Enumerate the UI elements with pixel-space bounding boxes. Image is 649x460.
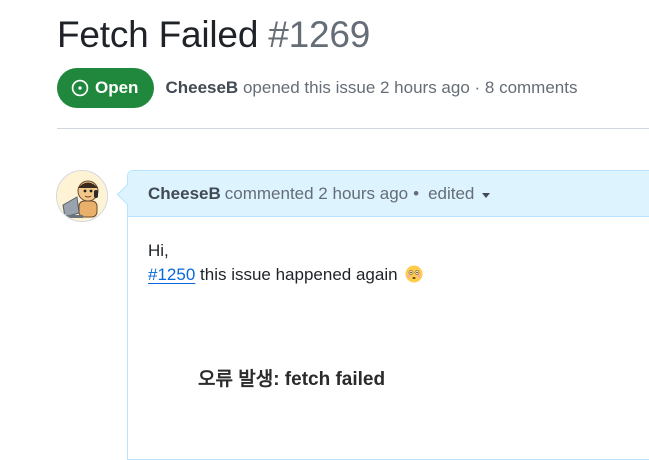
state-badge: Open — [57, 68, 155, 108]
comment-message: this issue happened again — [200, 265, 398, 284]
comment-box: CheeseB commented 2 hours ago • edited H… — [116, 170, 649, 460]
issue-author-link[interactable]: CheeseB — [165, 78, 238, 97]
comment-greeting: Hi, — [148, 241, 169, 260]
comment-separator: • — [413, 183, 420, 203]
comment-message-line: #1250 this issue happened again — [148, 263, 423, 287]
comment-author-link[interactable]: CheeseB — [148, 184, 221, 204]
avatar-illustration — [57, 171, 107, 221]
triangle-down-icon — [482, 192, 491, 198]
state-label: Open — [95, 78, 139, 97]
edited-history-button[interactable]: edited — [428, 183, 491, 204]
issue-number: #1269 — [268, 14, 371, 55]
issue-meta: CheeseB opened this issue 2 hours ago · … — [165, 78, 577, 98]
issue-title-row: Fetch Failed #1269 — [57, 12, 370, 58]
flushed-face-emoji — [405, 265, 423, 283]
linked-issue-link[interactable]: #1250 — [148, 265, 195, 284]
issue-meta-row: Open CheeseB opened this issue 2 hours a… — [57, 68, 577, 108]
avatar[interactable] — [56, 170, 108, 222]
issue-page: Fetch Failed #1269 Open CheeseB opened th… — [0, 0, 649, 460]
issue-opened-icon — [71, 79, 89, 97]
issue-meta-text: opened this issue 2 hours ago · 8 commen… — [242, 78, 578, 97]
issue-title: Fetch Failed — [57, 14, 259, 55]
comment-body: Hi, #1250 this issue happened again — [148, 239, 423, 287]
edited-label: edited — [428, 183, 475, 203]
header-divider — [57, 128, 649, 129]
comment-timestamp[interactable]: commented 2 hours ago — [225, 184, 408, 204]
comment-header: CheeseB commented 2 hours ago • edited — [128, 171, 649, 217]
error-screenshot-text: 오류 발생: fetch failed — [198, 369, 386, 390]
